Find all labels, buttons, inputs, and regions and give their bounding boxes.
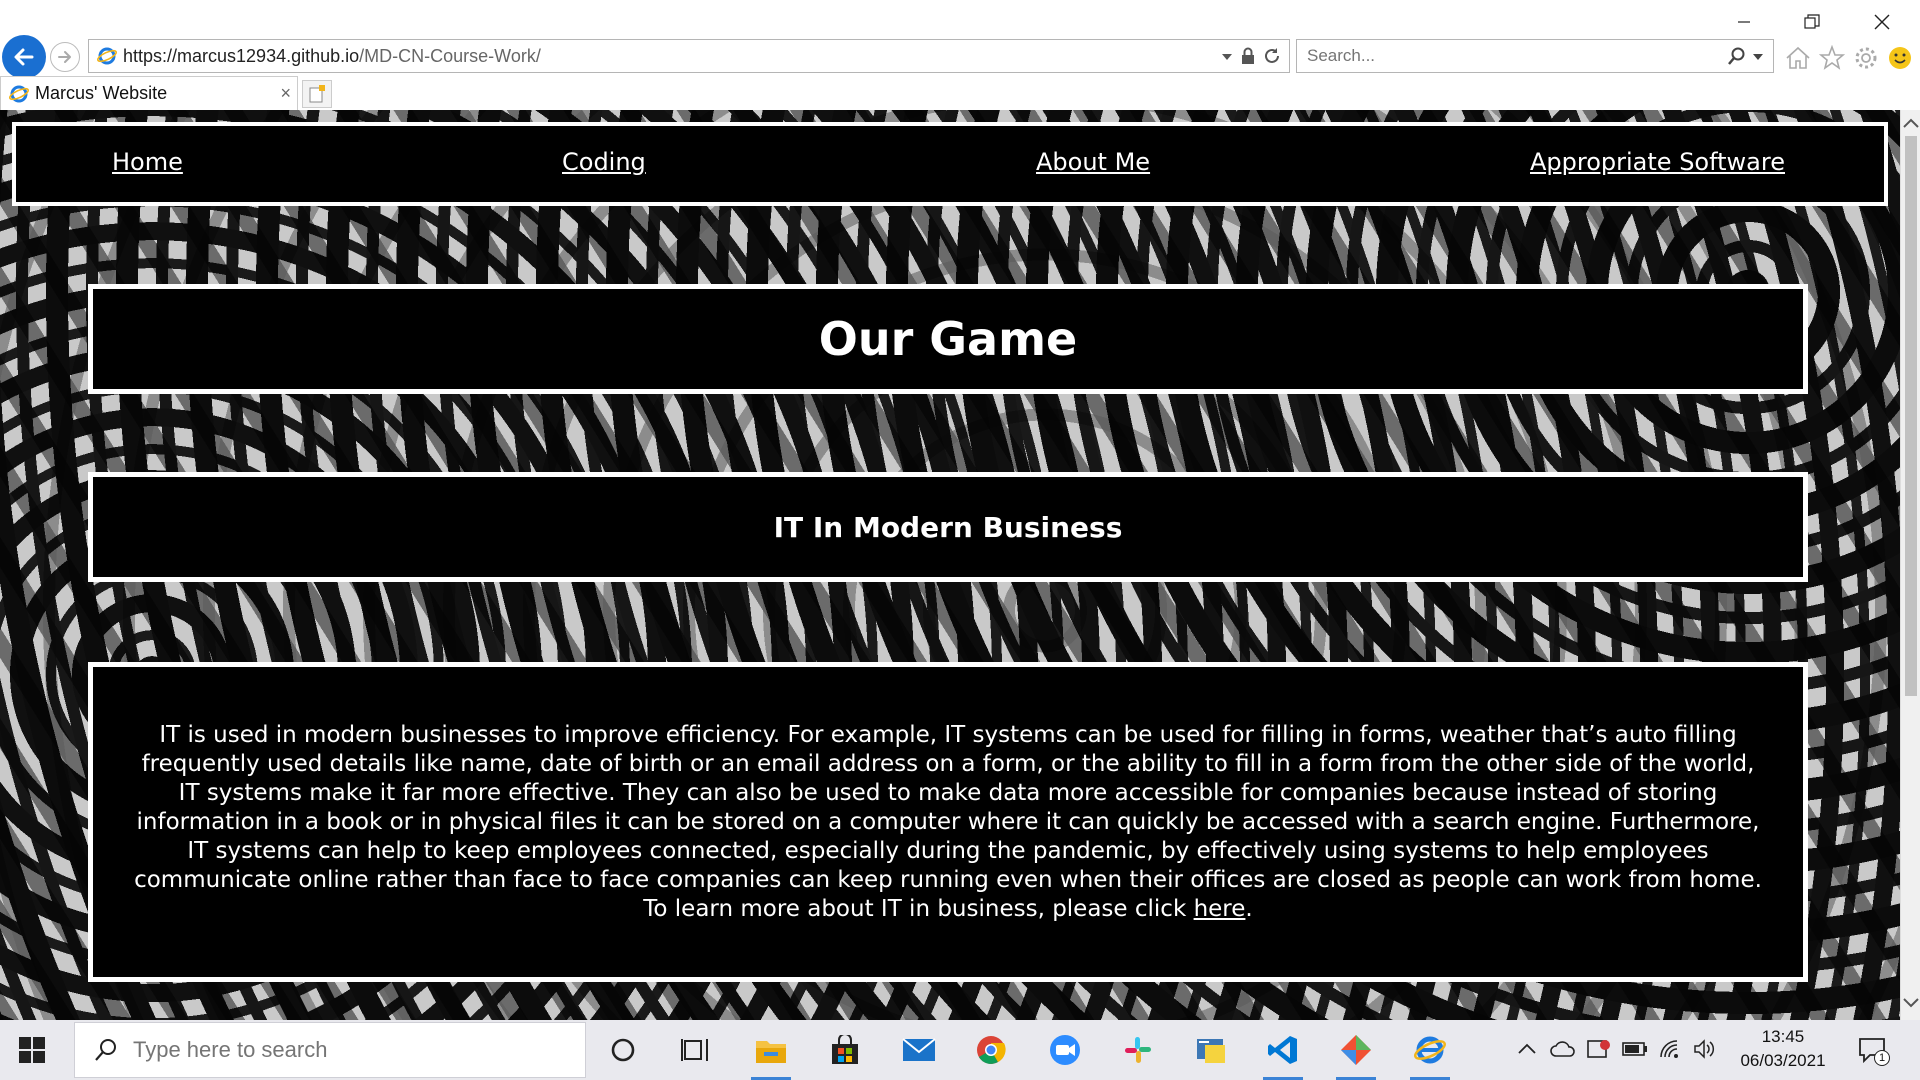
- new-tab-icon: [309, 85, 325, 103]
- task-view-icon: [681, 1039, 708, 1061]
- notification-count-badge: 1: [1874, 1050, 1890, 1066]
- internet-explorer-icon: [9, 85, 29, 102]
- arrow-right-icon: [58, 51, 71, 63]
- defender-icon: [1587, 1040, 1610, 1058]
- cortana-button[interactable]: [601, 1028, 645, 1072]
- restore-icon: [1804, 14, 1820, 29]
- address-bar[interactable]: https://marcus12934.github.io/MD-CN-Cour…: [88, 39, 1290, 73]
- scroll-down-icon[interactable]: [1902, 996, 1920, 1010]
- settings-button[interactable]: [1852, 44, 1880, 72]
- task-view-button[interactable]: [673, 1028, 717, 1072]
- smiley-icon: [1889, 47, 1911, 69]
- windows-taskbar: 13:45 06/03/2021 1: [0, 1020, 1920, 1080]
- chevron-up-icon: [1518, 1043, 1536, 1054]
- file-explorer-icon: [756, 1041, 786, 1063]
- battery-button[interactable]: [1622, 1036, 1648, 1062]
- browser-search-input[interactable]: [1307, 46, 1687, 66]
- battery-icon: [1622, 1042, 1647, 1056]
- slack-button[interactable]: [1116, 1028, 1160, 1072]
- git-icon: [1341, 1035, 1371, 1065]
- url-text: https://marcus12934.github.io/MD-CN-Cour…: [123, 45, 541, 66]
- minimize-icon: [1738, 21, 1750, 23]
- browser-chrome: https://marcus12934.github.io/MD-CN-Cour…: [0, 0, 1920, 110]
- cloud-icon: [1550, 1041, 1575, 1057]
- onedrive-button[interactable]: [1550, 1036, 1576, 1062]
- dropdown-icon[interactable]: [1221, 53, 1233, 61]
- home-icon: [1786, 46, 1810, 69]
- home-button[interactable]: [1784, 44, 1812, 72]
- cortana-icon: [611, 1038, 635, 1062]
- minimize-button[interactable]: [1722, 8, 1766, 36]
- wifi-icon: [1660, 1040, 1678, 1058]
- tab-close-button[interactable]: ×: [280, 83, 291, 104]
- wifi-button[interactable]: [1658, 1036, 1684, 1062]
- internet-explorer-icon: [97, 47, 117, 65]
- volume-icon: [1694, 1039, 1715, 1059]
- gear-icon: [1855, 47, 1877, 69]
- nav-link-coding[interactable]: Coding: [562, 148, 646, 176]
- title-box: Our Game: [88, 284, 1808, 394]
- restore-button[interactable]: [1790, 8, 1834, 36]
- mail-button[interactable]: [897, 1028, 941, 1072]
- internet-explorer-button[interactable]: [1408, 1028, 1452, 1080]
- chevron-down-icon[interactable]: [1753, 54, 1763, 60]
- search-icon: [95, 1039, 116, 1061]
- mail-icon: [902, 1038, 936, 1061]
- page-subtitle: IT In Modern Business: [773, 510, 1123, 544]
- page-viewport: Home Coding About Me Appropriate Softwar…: [0, 110, 1900, 1020]
- start-button[interactable]: [18, 1036, 46, 1064]
- chrome-button[interactable]: [969, 1028, 1013, 1072]
- action-center-button[interactable]: 1: [1856, 1034, 1890, 1066]
- store-icon: [832, 1035, 858, 1064]
- vertical-scrollbar[interactable]: [1900, 110, 1920, 1020]
- forward-button[interactable]: [50, 42, 80, 72]
- vscode-icon: [1268, 1036, 1297, 1064]
- windows-logo-icon: [19, 1037, 45, 1063]
- subtitle-box: IT In Modern Business: [88, 472, 1808, 582]
- file-explorer-button[interactable]: [749, 1028, 793, 1080]
- feedback-button[interactable]: [1886, 44, 1914, 72]
- taskbar-search-input[interactable]: [133, 1037, 553, 1063]
- show-hidden-icons-button[interactable]: [1514, 1036, 1540, 1062]
- arrow-left-icon: [14, 48, 34, 66]
- favorites-button[interactable]: [1818, 44, 1846, 72]
- clock-time: 13:45: [1761, 1027, 1805, 1046]
- git-button[interactable]: [1334, 1028, 1378, 1080]
- close-icon: [1874, 14, 1890, 30]
- here-link[interactable]: here: [1194, 896, 1246, 922]
- slack-icon: [1125, 1037, 1151, 1063]
- taskbar-search[interactable]: [74, 1022, 586, 1078]
- system-clock[interactable]: 13:45 06/03/2021: [1730, 1025, 1836, 1073]
- chrome-icon: [977, 1036, 1006, 1064]
- zoom-icon: [1050, 1035, 1080, 1065]
- new-tab-button[interactable]: [302, 80, 332, 108]
- refresh-icon[interactable]: [1263, 47, 1281, 65]
- lock-icon[interactable]: [1241, 47, 1255, 65]
- volume-button[interactable]: [1692, 1036, 1718, 1062]
- tab-title: Marcus' Website: [35, 83, 168, 103]
- close-window-button[interactable]: [1860, 8, 1904, 36]
- clock-date: 06/03/2021: [1740, 1051, 1826, 1070]
- back-button[interactable]: [2, 35, 46, 79]
- nav-link-home[interactable]: Home: [112, 148, 183, 176]
- browser-search-box[interactable]: [1296, 39, 1774, 73]
- scroll-up-icon[interactable]: [1902, 116, 1920, 130]
- body-paragraph: IT is used in modern businesses to impro…: [134, 721, 1762, 922]
- search-icon[interactable]: [1727, 46, 1747, 66]
- star-icon: [1819, 45, 1845, 70]
- python-icon: [1197, 1039, 1225, 1063]
- security-button[interactable]: [1586, 1036, 1612, 1062]
- scrollbar-thumb[interactable]: [1905, 136, 1917, 696]
- vscode-button[interactable]: [1261, 1028, 1305, 1080]
- internet-explorer-icon: [1414, 1036, 1446, 1064]
- site-navbar: Home Coding About Me Appropriate Softwar…: [12, 122, 1888, 206]
- page-title: Our Game: [818, 312, 1078, 366]
- content-box: IT is used in modern businesses to impro…: [88, 662, 1808, 982]
- nav-link-about-me[interactable]: About Me: [1036, 148, 1150, 176]
- python-button[interactable]: [1189, 1028, 1233, 1072]
- tab-marcus-website[interactable]: Marcus' Website ×: [0, 76, 298, 110]
- zoom-button[interactable]: [1043, 1028, 1087, 1072]
- nav-link-appropriate-software[interactable]: Appropriate Software: [1530, 148, 1785, 176]
- store-button[interactable]: [823, 1028, 867, 1072]
